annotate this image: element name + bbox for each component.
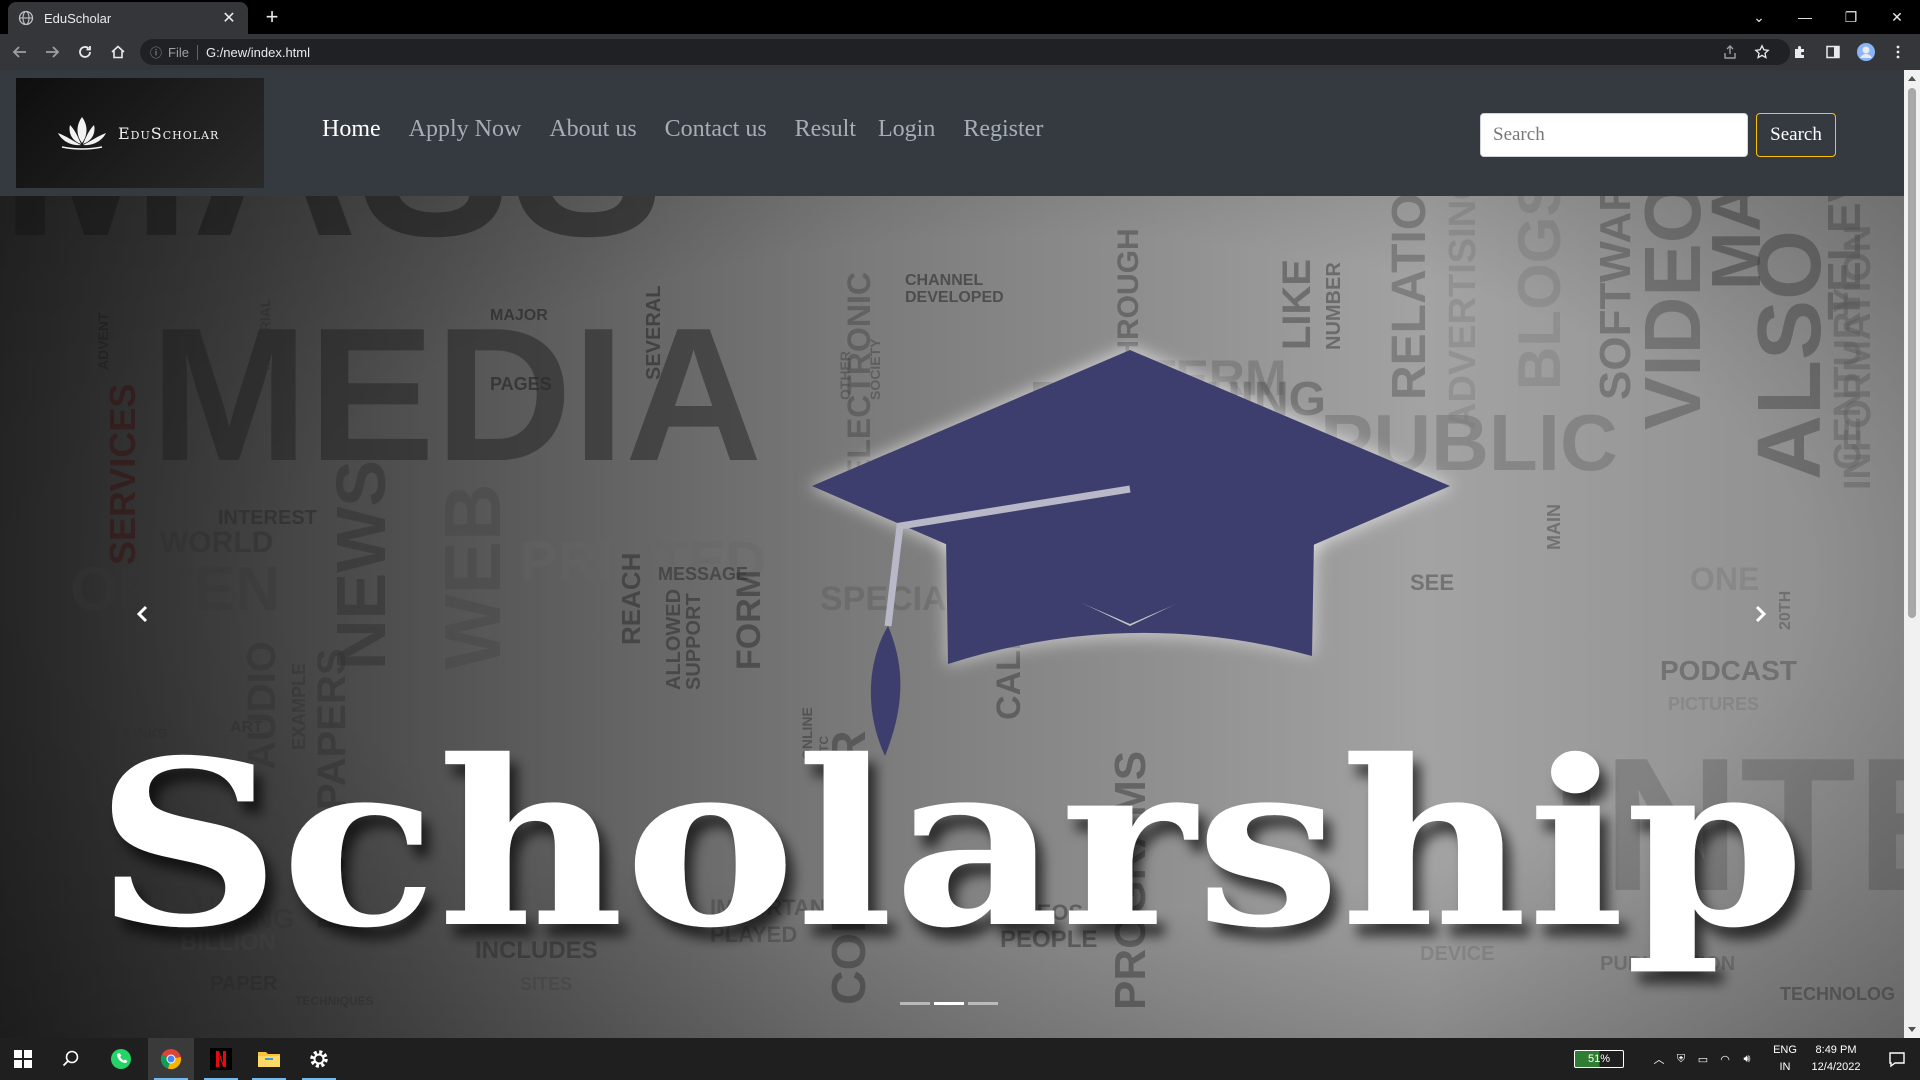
nav-result[interactable]: Result bbox=[795, 116, 856, 143]
brand-name: EduScholar bbox=[118, 123, 220, 143]
nav-about-us[interactable]: About us bbox=[549, 116, 636, 143]
nav-apply-now[interactable]: Apply Now bbox=[409, 116, 522, 143]
tab-title: EduScholar bbox=[44, 10, 112, 26]
site-navbar: EduScholar Home Apply Now About us Conta… bbox=[0, 70, 1904, 196]
gear-icon bbox=[310, 1050, 328, 1068]
whatsapp-icon bbox=[111, 1049, 131, 1069]
restore-button[interactable]: ❐ bbox=[1828, 0, 1874, 34]
reload-button[interactable] bbox=[73, 40, 97, 64]
chevron-left-icon bbox=[136, 605, 148, 623]
search-icon bbox=[62, 1050, 79, 1067]
nav-contact-us[interactable]: Contact us bbox=[665, 116, 767, 143]
share-icon[interactable] bbox=[1720, 42, 1740, 62]
wifi-icon[interactable]: ◠ bbox=[1714, 1053, 1736, 1066]
folder-icon bbox=[258, 1052, 280, 1067]
main-nav: Home Apply Now About us Contact us Resul… bbox=[322, 116, 1071, 143]
notifications-button[interactable] bbox=[1874, 1038, 1920, 1080]
notification-icon bbox=[1889, 1052, 1905, 1068]
netflix-icon bbox=[210, 1048, 232, 1070]
scrollbar-thumb[interactable] bbox=[1908, 88, 1916, 618]
nav-login[interactable]: Login bbox=[878, 116, 935, 143]
new-tab-button[interactable]: + bbox=[258, 4, 286, 32]
taskbar-clock[interactable]: 8:49 PM 12/4/2022 bbox=[1800, 1042, 1872, 1076]
hero-carousel: MASSMEDIAFILMSSERVICESADVENTMATERIALMAJO… bbox=[0, 196, 1904, 1038]
profile-avatar[interactable] bbox=[1856, 42, 1876, 62]
browser-toolbar: ⓘ File G:/new/index.html bbox=[0, 34, 1920, 70]
search-taskbar-button[interactable] bbox=[48, 1038, 94, 1080]
brand-logo[interactable]: EduScholar bbox=[16, 78, 264, 188]
carousel-prev-button[interactable] bbox=[123, 594, 163, 634]
scroll-down-icon[interactable] bbox=[1908, 1027, 1916, 1032]
browser-menu-icon[interactable] bbox=[1888, 42, 1908, 62]
file-explorer-app[interactable] bbox=[246, 1038, 292, 1080]
chrome-app[interactable] bbox=[148, 1038, 194, 1080]
windows-logo-icon bbox=[14, 1050, 32, 1068]
whatsapp-app[interactable] bbox=[98, 1038, 144, 1080]
search-button[interactable]: Search bbox=[1756, 113, 1836, 157]
region-code: IN bbox=[1779, 1061, 1791, 1073]
battery-icon[interactable]: ▭ bbox=[1692, 1053, 1714, 1066]
carousel-indicators bbox=[900, 1002, 998, 1005]
windows-taskbar: 51% ︿ ⛨ ▭ ◠ 🔊︎ ENG IN 8:49 PM 12/4/2022 bbox=[0, 1038, 1920, 1080]
carousel-next-button[interactable] bbox=[1740, 594, 1780, 634]
home-button[interactable] bbox=[106, 40, 130, 64]
reload-icon bbox=[79, 46, 91, 58]
info-icon[interactable]: ⓘ bbox=[150, 44, 162, 61]
carousel-indicator-2[interactable] bbox=[934, 1002, 964, 1005]
home-icon bbox=[111, 45, 125, 59]
carousel-indicator-3[interactable] bbox=[968, 1002, 998, 1005]
tab-close-icon[interactable]: ✕ bbox=[220, 8, 238, 28]
browser-tab[interactable]: EduScholar ✕ bbox=[8, 2, 248, 34]
address-bar[interactable]: ⓘ File G:/new/index.html bbox=[140, 39, 1790, 65]
hero-headline: Scholarship bbox=[95, 710, 1805, 978]
page-scrollbar[interactable] bbox=[1904, 70, 1920, 1038]
language-code: ENG bbox=[1773, 1044, 1797, 1056]
globe-icon bbox=[18, 10, 34, 26]
close-window-button[interactable]: ✕ bbox=[1874, 0, 1920, 34]
shield-icon[interactable]: ⛨ bbox=[1670, 1053, 1692, 1066]
nav-register[interactable]: Register bbox=[963, 116, 1043, 143]
settings-app[interactable] bbox=[296, 1038, 342, 1080]
system-tray: ︿ ⛨ ▭ ◠ 🔊︎ bbox=[1648, 1038, 1758, 1080]
bookmark-star-icon[interactable] bbox=[1752, 42, 1772, 62]
minimize-button[interactable]: — bbox=[1782, 0, 1828, 34]
language-indicator[interactable]: ENG IN bbox=[1770, 1042, 1800, 1076]
back-button[interactable] bbox=[8, 40, 32, 64]
hero-banner-image: MASSMEDIAFILMSSERVICESADVENTMATERIALMAJO… bbox=[0, 196, 1904, 1038]
volume-icon[interactable]: 🔊︎ bbox=[1736, 1053, 1758, 1066]
nav-home[interactable]: Home bbox=[322, 116, 381, 143]
battery-indicator[interactable]: 51% bbox=[1574, 1050, 1624, 1068]
lotus-logo-icon bbox=[58, 117, 106, 150]
browser-tabstrip: EduScholar ✕ + ⌄ — ❐ ✕ bbox=[0, 0, 1920, 34]
url-scheme: File bbox=[168, 44, 198, 60]
page-viewport: EduScholar Home Apply Now About us Conta… bbox=[0, 70, 1904, 1038]
netflix-app[interactable] bbox=[198, 1038, 244, 1080]
battery-percent: 51% bbox=[1587, 1053, 1611, 1065]
chevron-up-icon[interactable]: ︿ bbox=[1648, 1051, 1670, 1067]
clock-date: 12/4/2022 bbox=[1811, 1061, 1861, 1073]
scroll-up-icon[interactable] bbox=[1908, 76, 1916, 81]
forward-button[interactable] bbox=[40, 40, 64, 64]
side-panel-icon[interactable] bbox=[1823, 42, 1843, 62]
start-button[interactable] bbox=[0, 1038, 46, 1080]
tab-search-icon[interactable]: ⌄ bbox=[1736, 0, 1782, 34]
url-text[interactable]: G:/new/index.html bbox=[206, 45, 310, 60]
clock-time: 8:49 PM bbox=[1815, 1044, 1857, 1056]
arrow-right-icon bbox=[46, 46, 60, 58]
chrome-icon bbox=[160, 1049, 182, 1070]
arrow-left-icon bbox=[12, 46, 26, 58]
extensions-icon[interactable] bbox=[1790, 42, 1810, 62]
carousel-indicator-1[interactable] bbox=[900, 1002, 930, 1005]
chevron-right-icon bbox=[1755, 605, 1767, 623]
search-input[interactable] bbox=[1480, 113, 1748, 157]
